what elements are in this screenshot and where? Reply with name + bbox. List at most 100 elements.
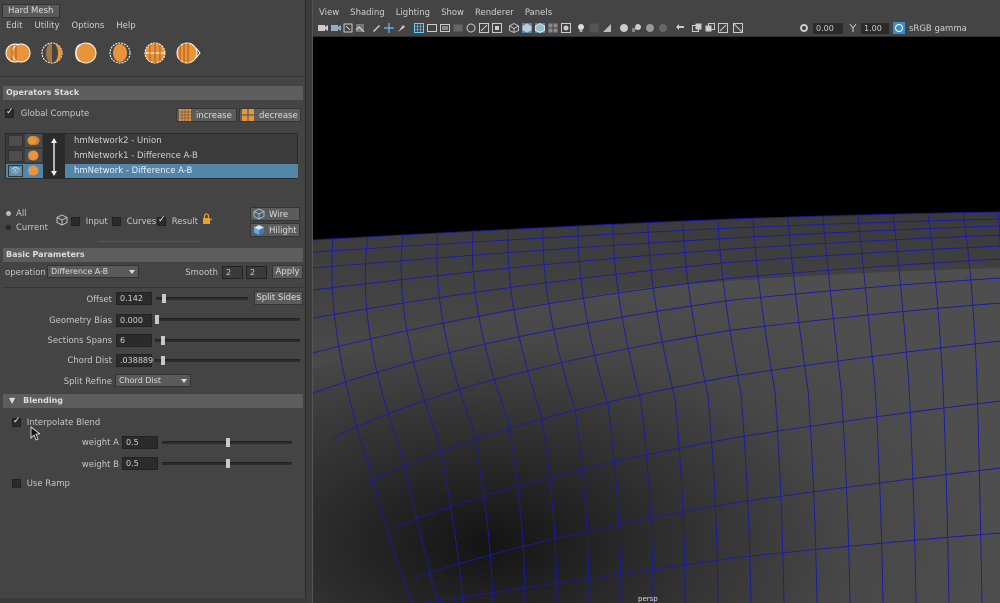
operation-dropdown[interactable]: Difference A-B <box>47 265 139 278</box>
result-toggle[interactable]: Result <box>157 215 198 227</box>
offset-field[interactable]: 0.142 <box>116 292 152 305</box>
lightbulb-icon[interactable] <box>576 23 586 33</box>
vp-menu-show[interactable]: Show <box>435 0 469 20</box>
interpolate-blend-checkbox[interactable] <box>12 416 21 427</box>
depth-of-field-icon[interactable] <box>658 23 668 33</box>
resolution-gate-icon[interactable] <box>440 23 450 33</box>
viewport-canvas[interactable] <box>313 38 1000 603</box>
curves-checkbox[interactable] <box>112 217 121 226</box>
grease-pencil-icon[interactable] <box>397 23 407 33</box>
pencil-icon[interactable] <box>371 23 381 33</box>
global-compute-checkbox[interactable] <box>5 107 14 118</box>
window-tab-hard-mesh[interactable]: Hard Mesh <box>2 4 60 18</box>
camera-icon[interactable] <box>318 23 328 33</box>
lock-icon[interactable] <box>201 213 213 225</box>
weight-a-field[interactable]: 0.5 <box>122 436 158 449</box>
color-space-label[interactable]: sRGB gamma <box>909 24 967 34</box>
hilight-button[interactable]: Hilight <box>250 223 300 237</box>
hardmesh-difference-icon[interactable] <box>38 40 68 66</box>
hardmesh-union-icon[interactable] <box>4 40 34 66</box>
exposure-icon[interactable] <box>799 23 809 33</box>
chord-dist-field[interactable]: .038889 <box>116 354 153 367</box>
gamma-icon[interactable] <box>848 23 858 33</box>
vp-menu-renderer[interactable]: Renderer <box>469 0 519 20</box>
hardmesh-intersection-icon[interactable] <box>106 40 136 66</box>
reorder-arrows[interactable] <box>43 134 65 179</box>
visibility-toggle[interactable] <box>8 150 23 162</box>
curves-toggle[interactable]: Curves <box>112 217 156 227</box>
xray-joints-icon[interactable] <box>705 23 715 33</box>
radio-current[interactable]: Current <box>6 223 48 233</box>
decrease-button[interactable]: decrease <box>239 108 301 122</box>
grid-icon[interactable] <box>414 23 424 33</box>
geometry-bias-slider-handle[interactable] <box>155 315 159 324</box>
increase-button[interactable]: increase <box>176 108 237 122</box>
vp-menu-panels[interactable]: Panels <box>519 0 557 20</box>
sections-spans-slider-handle[interactable] <box>161 336 165 345</box>
vp-menu-view[interactable]: View <box>313 0 344 20</box>
backface-icon[interactable] <box>733 23 743 33</box>
apply-button[interactable]: Apply <box>272 265 303 279</box>
shadow-toggle-icon[interactable] <box>602 23 612 33</box>
chord-dist-slider-handle[interactable] <box>161 356 165 365</box>
image-plane-icon[interactable] <box>355 23 365 33</box>
use-ramp-checkbox[interactable] <box>12 479 21 488</box>
gamma-field[interactable]: 1.00 <box>861 23 889 34</box>
safe-title-icon[interactable] <box>492 23 502 33</box>
hardmesh-split-icon[interactable] <box>140 40 170 66</box>
wireframe-icon[interactable] <box>509 23 519 33</box>
pivot-icon[interactable] <box>384 23 394 33</box>
antialiasing-icon[interactable] <box>645 23 655 33</box>
sections-spans-slider[interactable] <box>155 339 300 342</box>
gate-mask-icon[interactable] <box>453 23 463 33</box>
chord-dist-slider[interactable] <box>155 359 300 362</box>
shadows-icon[interactable] <box>589 23 599 33</box>
smooth-field-b[interactable]: 2 <box>246 266 267 279</box>
weight-a-slider-handle[interactable] <box>226 438 230 447</box>
smooth-field-a[interactable]: 2 <box>222 266 243 279</box>
exposure-field[interactable]: 0.00 <box>813 23 843 34</box>
geometry-bias-field[interactable]: 0.000 <box>116 314 152 327</box>
menu-help[interactable]: Help <box>110 19 141 34</box>
hardmesh-slice-icon[interactable] <box>174 40 204 66</box>
isolate-select-icon[interactable] <box>675 23 685 33</box>
radio-all-dot[interactable] <box>6 211 11 216</box>
screen-space-ao-icon[interactable] <box>619 23 629 33</box>
xray-icon[interactable] <box>692 23 702 33</box>
radio-all[interactable]: All <box>6 209 27 219</box>
radio-current-dot[interactable] <box>6 225 11 230</box>
all-lights-icon[interactable] <box>561 23 571 33</box>
split-sides-button[interactable]: Split Sides <box>254 291 303 305</box>
wire-button[interactable]: Wire <box>250 207 300 221</box>
motion-blur-icon[interactable] <box>632 23 642 33</box>
offset-slider-handle[interactable] <box>162 294 166 303</box>
horizontal-scrollbar[interactable] <box>0 598 306 603</box>
offset-slider[interactable] <box>156 297 248 300</box>
input-checkbox[interactable] <box>71 217 80 226</box>
blending-header[interactable]: ▼ Blending <box>3 394 303 408</box>
visibility-toggle[interactable] <box>8 135 23 147</box>
camera-attributes-icon[interactable] <box>331 23 341 33</box>
safe-action-icon[interactable] <box>479 23 489 33</box>
menu-options[interactable]: Options <box>65 19 110 34</box>
color-management-icon[interactable] <box>893 22 905 34</box>
menu-edit[interactable]: Edit <box>0 19 28 34</box>
bookmark-icon[interactable] <box>343 23 353 33</box>
split-refine-dropdown[interactable]: Chord Dist <box>115 374 191 387</box>
weight-b-field[interactable]: 0.5 <box>122 457 158 470</box>
wireframe-on-shaded-icon[interactable] <box>535 23 545 33</box>
operators-stack-header[interactable]: Operators Stack <box>3 86 303 100</box>
menu-utility[interactable]: Utility <box>28 19 65 34</box>
hardmesh-difference-ba-icon[interactable] <box>72 40 102 66</box>
eye-icon[interactable]: 👁 <box>8 165 23 177</box>
field-chart-icon[interactable] <box>466 23 476 33</box>
textured-icon[interactable] <box>548 23 558 33</box>
result-checkbox[interactable] <box>157 215 166 226</box>
sections-spans-field[interactable]: 6 <box>116 334 152 347</box>
weight-b-slider-handle[interactable] <box>226 459 230 468</box>
geometry-bias-slider[interactable] <box>155 318 300 321</box>
smooth-shade-icon[interactable] <box>522 23 532 33</box>
basic-parameters-header[interactable]: Basic Parameters <box>3 248 303 262</box>
xray-active-icon[interactable] <box>718 23 728 33</box>
input-toggle[interactable]: Input <box>71 217 108 227</box>
